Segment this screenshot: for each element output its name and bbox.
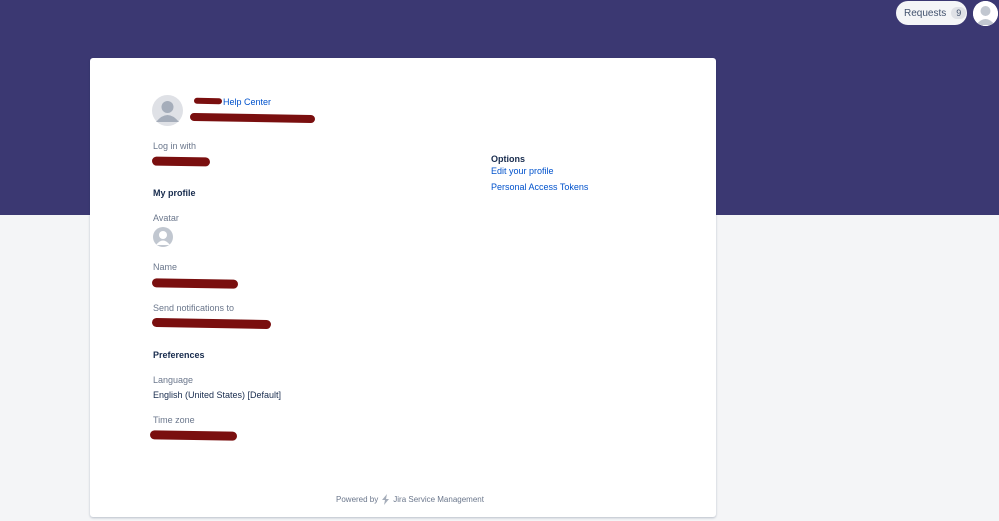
avatar-placeholder-icon	[153, 227, 173, 247]
powered-by-footer: Powered by Jira Service Management	[336, 494, 484, 505]
profile-avatar	[152, 95, 183, 126]
options-heading: Options	[491, 154, 525, 164]
timezone-label: Time zone	[153, 415, 195, 425]
user-avatar-menu[interactable]	[973, 1, 998, 26]
login-label: Log in with	[153, 141, 197, 151]
redacted-name	[151, 278, 239, 289]
jira-bolt-icon	[382, 494, 390, 505]
user-avatar-icon	[973, 1, 998, 26]
avatar-label: Avatar	[153, 213, 179, 223]
edit-profile-link[interactable]: Edit your profile	[491, 166, 554, 176]
language-label: Language	[153, 375, 194, 385]
profile-avatar-icon	[152, 95, 183, 126]
product-link[interactable]: Jira Service Management	[393, 495, 484, 504]
avatar-image[interactable]	[153, 227, 173, 247]
language-value: English (United States) [Default]	[153, 390, 282, 400]
access-tokens-link[interactable]: Personal Access Tokens	[491, 182, 588, 192]
help-center-link[interactable]: Help Center	[223, 97, 271, 107]
name-label: Name	[153, 262, 178, 272]
redacted-display-name	[189, 112, 316, 124]
redacted-login	[151, 156, 211, 167]
preferences-heading: Preferences	[153, 350, 205, 360]
profile-card: Help Center Log in with My profile Avata…	[90, 58, 716, 517]
my-profile-heading: My profile	[153, 188, 196, 198]
redacted-site-name	[193, 97, 223, 105]
redacted-timezone	[149, 430, 238, 441]
requests-count-badge: 9	[951, 7, 967, 19]
powered-by-label: Powered by	[336, 495, 379, 504]
redacted-email	[151, 317, 272, 330]
requests-label: Requests	[904, 7, 947, 19]
requests-button[interactable]: Requests 9	[896, 1, 967, 25]
notifications-label: Send notifications to	[153, 303, 235, 313]
